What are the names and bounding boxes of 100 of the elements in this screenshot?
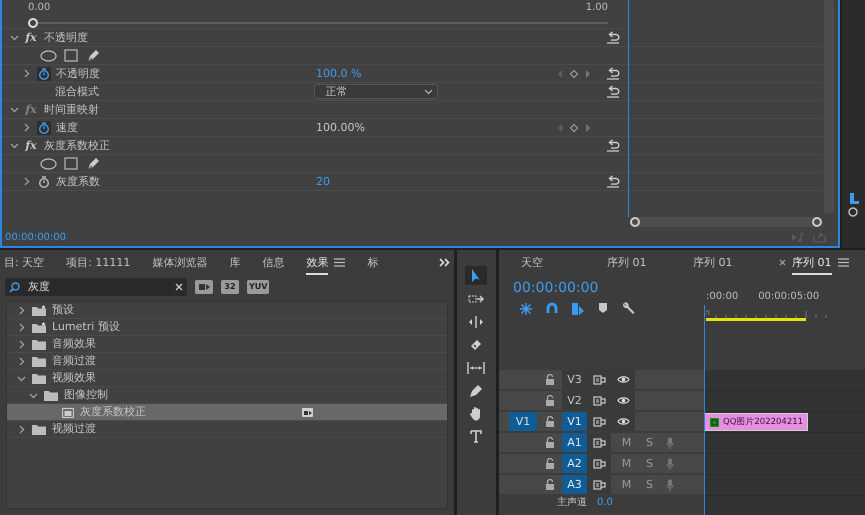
overflow-icon[interactable] bbox=[438, 258, 450, 267]
reset-icon[interactable] bbox=[606, 139, 620, 152]
keyframe-navigator-icon[interactable] bbox=[556, 68, 592, 78]
lock-icon[interactable] bbox=[545, 374, 555, 385]
reset-icon[interactable] bbox=[606, 67, 620, 80]
chevron-icon[interactable] bbox=[22, 69, 31, 78]
panel-tab[interactable]: 效果 bbox=[306, 250, 328, 275]
eye-icon[interactable] bbox=[616, 396, 630, 405]
source-patch-button[interactable]: V1 bbox=[509, 412, 537, 431]
search-input[interactable]: 灰度 bbox=[26, 279, 169, 295]
lock-icon[interactable] bbox=[545, 479, 555, 490]
chevron-icon[interactable] bbox=[22, 123, 31, 132]
filter-toggle-button[interactable]: 32 bbox=[221, 280, 239, 294]
horizontal-scrollbar[interactable] bbox=[630, 217, 822, 227]
video-clip[interactable]: QQ图片202204211 bbox=[704, 413, 808, 431]
effect-list-row[interactable]: 视频过渡 bbox=[7, 421, 447, 438]
pen-icon[interactable] bbox=[86, 156, 101, 171]
stopwatch-icon[interactable] bbox=[37, 120, 51, 134]
track-target-button[interactable]: V1 bbox=[562, 412, 587, 431]
reset-icon[interactable] bbox=[606, 175, 620, 188]
sync-lock-icon[interactable] bbox=[592, 458, 606, 468]
effect-list-row[interactable]: Lumetri 预设 bbox=[7, 319, 447, 336]
rectangle-mask-icon[interactable] bbox=[64, 49, 78, 62]
track-target-button[interactable]: V2 bbox=[562, 391, 587, 410]
panel-tab[interactable]: 标 bbox=[367, 250, 378, 275]
pen-icon[interactable] bbox=[86, 48, 101, 63]
lock-icon[interactable] bbox=[545, 437, 555, 448]
solo-button[interactable]: S bbox=[638, 478, 661, 492]
filter-toggle-button[interactable]: YUV bbox=[247, 280, 270, 294]
wrench-icon[interactable] bbox=[621, 302, 635, 316]
track-target-button[interactable]: V3 bbox=[562, 370, 587, 389]
timecode[interactable]: 00:00:00:00 bbox=[513, 280, 704, 297]
sync-lock-icon[interactable] bbox=[592, 480, 606, 490]
chevron-icon[interactable] bbox=[10, 141, 19, 150]
stopwatch-icon[interactable] bbox=[37, 66, 51, 80]
lock-icon[interactable] bbox=[545, 416, 555, 427]
panel-menu-icon[interactable] bbox=[838, 258, 848, 267]
rectangle-mask-icon[interactable] bbox=[64, 157, 78, 170]
mute-button[interactable]: M bbox=[615, 456, 638, 470]
ellipse-mask-icon[interactable] bbox=[40, 50, 57, 62]
chevron-icon[interactable] bbox=[10, 105, 19, 114]
marker-icon[interactable] bbox=[598, 302, 608, 314]
track-target-button[interactable]: A3 bbox=[562, 475, 587, 494]
sync-lock-icon[interactable] bbox=[592, 396, 606, 406]
effect-list-row[interactable]: 音频效果 bbox=[7, 336, 447, 353]
stopwatch-icon[interactable] bbox=[37, 174, 51, 188]
panel-tab[interactable]: 媒体浏览器 bbox=[152, 250, 208, 275]
linked-selection-icon[interactable] bbox=[571, 302, 585, 316]
nest-sequence-icon[interactable] bbox=[519, 302, 533, 316]
reset-icon[interactable] bbox=[606, 85, 620, 98]
tool-button[interactable] bbox=[465, 266, 488, 285]
sync-lock-icon[interactable] bbox=[592, 374, 606, 384]
chevron-icon[interactable] bbox=[17, 322, 26, 332]
panel-tab[interactable]: 项目: 11111 bbox=[66, 250, 130, 275]
effect-list-row[interactable]: 预设 bbox=[7, 302, 447, 319]
effect-list-row[interactable]: 音频过渡 bbox=[7, 353, 447, 370]
parameter-value[interactable]: 100.0 % bbox=[316, 66, 556, 80]
lock-icon[interactable] bbox=[545, 395, 555, 406]
magnet-icon[interactable] bbox=[546, 302, 558, 314]
chevron-icon[interactable] bbox=[22, 177, 31, 186]
accelerated-effects-icon[interactable] bbox=[195, 280, 213, 294]
eye-icon[interactable] bbox=[616, 375, 630, 384]
blend-mode-dropdown[interactable]: 正常 bbox=[314, 84, 438, 99]
reset-icon[interactable] bbox=[606, 31, 620, 44]
chevron-icon[interactable] bbox=[10, 33, 19, 42]
close-icon[interactable] bbox=[779, 259, 786, 266]
effect-list-row[interactable]: 视频效果 bbox=[7, 370, 447, 387]
clear-icon[interactable] bbox=[175, 283, 183, 291]
slider-thumb[interactable] bbox=[28, 18, 38, 28]
sync-lock-icon[interactable] bbox=[592, 416, 606, 426]
keyframe-navigator-icon[interactable] bbox=[556, 122, 592, 132]
fx-toggle-button[interactable]: fx bbox=[24, 30, 38, 44]
panel-tab[interactable]: 信息 bbox=[262, 250, 284, 275]
effect-list-row[interactable]: 灰度系数校正 bbox=[7, 404, 447, 421]
panel-menu-icon[interactable] bbox=[334, 258, 346, 267]
parameter-value[interactable]: 20 bbox=[316, 174, 556, 188]
search-box[interactable]: 灰度 bbox=[5, 278, 187, 296]
volume-value[interactable]: 0.0 bbox=[597, 497, 613, 509]
lock-icon[interactable] bbox=[545, 458, 555, 469]
chevron-icon[interactable] bbox=[17, 424, 26, 434]
sequence-tab[interactable]: 序列 01 bbox=[792, 250, 832, 275]
track-target-button[interactable]: A2 bbox=[562, 454, 587, 473]
solo-button[interactable]: S bbox=[638, 456, 661, 470]
chevron-icon[interactable] bbox=[17, 340, 26, 348]
solo-button[interactable]: S bbox=[638, 436, 661, 450]
chevron-icon[interactable] bbox=[29, 390, 38, 400]
panel-tab[interactable]: 目: 天空 bbox=[4, 250, 44, 275]
chevron-icon[interactable] bbox=[17, 306, 26, 314]
sequence-tab[interactable]: 序列 01 bbox=[607, 256, 646, 270]
fx-toggle-button[interactable]: fx bbox=[24, 138, 38, 152]
mute-button[interactable]: M bbox=[615, 436, 638, 450]
mute-button[interactable]: M bbox=[615, 478, 638, 492]
sequence-tab[interactable]: 天空 bbox=[521, 256, 543, 270]
eye-icon[interactable] bbox=[616, 417, 630, 426]
sync-lock-icon[interactable] bbox=[592, 438, 606, 448]
track-target-button[interactable]: A1 bbox=[562, 433, 587, 452]
sequence-tab[interactable]: 序列 01 bbox=[693, 256, 732, 270]
chevron-icon[interactable] bbox=[17, 374, 26, 382]
panel-tab[interactable]: 库 bbox=[229, 250, 240, 275]
ellipse-mask-icon[interactable] bbox=[40, 158, 57, 170]
